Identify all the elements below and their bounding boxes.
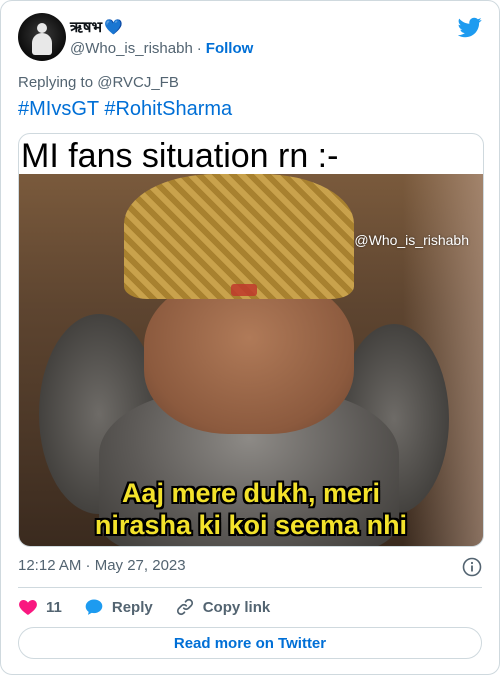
copy-link-label: Copy link bbox=[202, 598, 271, 616]
tweet-timestamp[interactable]: 12:12 AM · May 27, 2023 bbox=[18, 557, 186, 574]
tweet-media[interactable]: MI fans situation rn :- @Who_is_rishabh … bbox=[18, 133, 484, 547]
avatar[interactable] bbox=[18, 13, 66, 61]
like-count: 11 bbox=[46, 598, 62, 616]
twitter-bird-icon[interactable] bbox=[458, 15, 482, 39]
tweet-header: ऋषभ 💙 @Who_is_rishabh · Follow bbox=[18, 13, 482, 65]
like-action[interactable]: 11 bbox=[18, 597, 62, 617]
meme-photo: @Who_is_rishabh Aaj mere dukh, meri nira… bbox=[19, 174, 483, 546]
replying-to-text[interactable]: Replying to @RVCJ_FB bbox=[18, 74, 179, 91]
info-icon[interactable] bbox=[462, 557, 482, 577]
reply-label: Reply bbox=[111, 598, 153, 616]
tweet-text: #MIvsGT #RohitSharma bbox=[18, 98, 232, 121]
handle-separator: · bbox=[196, 40, 202, 57]
avatar-silhouette-head bbox=[37, 23, 47, 33]
tweet-embed-card: ऋषभ 💙 @Who_is_rishabh · Follow Replying … bbox=[0, 0, 500, 675]
tweet-actions: 11 Reply Copy link bbox=[18, 595, 270, 619]
avatar-silhouette-body bbox=[32, 33, 52, 55]
meme-watermark: @Who_is_rishabh bbox=[354, 232, 469, 248]
photo-tilak bbox=[231, 284, 257, 296]
author-handle[interactable]: @Who_is_rishabh bbox=[70, 40, 193, 57]
author-handle-row: @Who_is_rishabh · Follow bbox=[70, 40, 253, 57]
link-icon bbox=[176, 598, 193, 616]
reply-action[interactable]: Reply bbox=[84, 597, 153, 617]
hashtag-link[interactable]: #RohitSharma bbox=[104, 98, 232, 120]
blue-heart-emoji: 💙 bbox=[104, 19, 123, 36]
meme-top-text: MI fans situation rn :- bbox=[21, 137, 339, 175]
follow-link[interactable]: Follow bbox=[206, 40, 254, 57]
heart-icon bbox=[19, 600, 37, 615]
photo-crown bbox=[124, 174, 354, 299]
meme-subtitle-line-1: Aaj mere dukh, meri bbox=[121, 478, 381, 508]
speech-bubble-icon bbox=[85, 599, 103, 615]
copy-link-action[interactable]: Copy link bbox=[175, 597, 271, 617]
meme-subtitle-line-2: nirasha ki koi seema nhi bbox=[94, 510, 408, 540]
author-name-row[interactable]: ऋषभ 💙 bbox=[70, 17, 123, 37]
read-more-button[interactable]: Read more on Twitter bbox=[18, 627, 482, 659]
hashtag-link[interactable]: #MIvsGT bbox=[18, 98, 99, 120]
author-display-name: ऋषभ bbox=[70, 19, 103, 36]
divider bbox=[18, 587, 482, 588]
